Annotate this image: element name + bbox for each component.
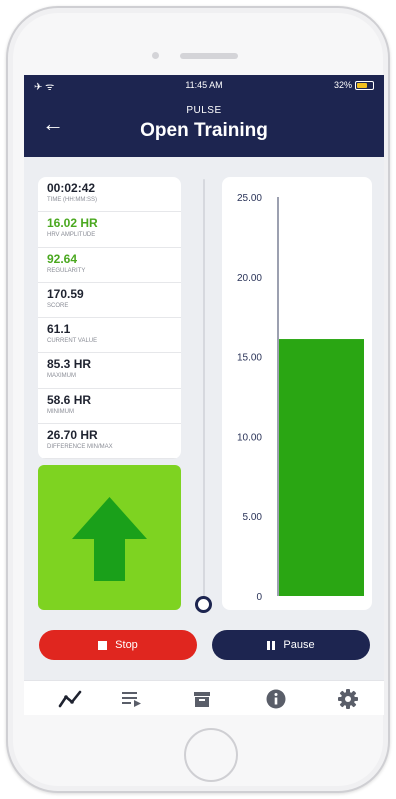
stat-label: HRV AMPLITUDE: [47, 232, 96, 239]
stop-icon: [98, 640, 108, 650]
y-tick-label: 15.00: [237, 353, 262, 364]
camera-dot: [152, 52, 159, 59]
stat-value: 61.1: [47, 322, 71, 336]
stat-label: REGULARITY: [47, 267, 86, 274]
chart-bar: [279, 339, 364, 596]
y-tick-label: 20.00: [237, 273, 262, 284]
stat-value: 16.02 HR: [47, 216, 98, 231]
stat-label: MINIMUM: [47, 408, 74, 415]
info-icon: [266, 689, 286, 709]
tab-playlist[interactable]: [120, 688, 144, 710]
archive-icon: [194, 692, 210, 707]
tab-settings[interactable]: [336, 688, 360, 710]
page-subtitle: PULSE: [186, 105, 222, 116]
bar-chart: 25.00 20.00 15.00 10.00 5.00 0: [222, 177, 372, 610]
stat-hrv-amplitude: 16.02 HR HRV AMPLITUDE: [38, 212, 181, 248]
stat-value: 58.6 HR: [47, 392, 92, 407]
pause-icon: [267, 640, 276, 650]
battery-icon: [355, 80, 374, 90]
y-tick-label: 25.00: [237, 193, 262, 204]
battery-percent: 32%: [333, 80, 352, 90]
gear-icon: [338, 689, 358, 709]
home-button[interactable]: [184, 728, 238, 782]
stat-label: SCORE: [47, 302, 69, 309]
status-bar: ✈ ᯤ 11:45 AM 32%: [24, 79, 384, 93]
stat-label: MAXIMUM: [47, 373, 76, 380]
stat-value: 92.64: [47, 251, 78, 266]
stop-button[interactable]: Stop: [39, 630, 197, 660]
playlist-icon: [122, 692, 141, 707]
stat-value: 26.70 HR: [47, 427, 98, 442]
slider-track[interactable]: [203, 179, 205, 599]
stat-time: 00:02:42 TIME (HH:MM:SS): [38, 177, 181, 213]
stat-label: TIME (HH:MM:SS): [47, 197, 97, 203]
stat-current-value: 61.1 CURRENT VALUE: [38, 318, 181, 354]
page-title: Open Training: [140, 120, 268, 141]
pause-button[interactable]: Pause: [212, 630, 370, 660]
stats-card: 00:02:42 TIME (HH:MM:SS) 16.02 HR HRV AM…: [38, 177, 181, 459]
stat-minimum: 58.6 HR MINIMUM: [38, 389, 181, 424]
battery-status: 32%: [334, 80, 374, 90]
stat-value: 85.3 HR: [47, 357, 92, 372]
tab-info[interactable]: [264, 688, 288, 710]
tab-archive[interactable]: [190, 688, 214, 710]
trend-indicator: [38, 465, 181, 610]
tab-chart[interactable]: [58, 688, 82, 710]
arrow-up-icon: [72, 497, 147, 581]
y-tick-label: 5.00: [243, 512, 263, 523]
stat-difference: 26.70 HR DIFFERENCE MIN/MAX: [38, 424, 181, 459]
stat-maximum: 85.3 HR MAXIMUM: [38, 353, 181, 389]
stat-score: 170.59 SCORE: [38, 283, 181, 318]
chart-canvas: 25.00 20.00 15.00 10.00 5.00 0: [237, 193, 364, 603]
stop-label: Stop: [115, 639, 138, 651]
status-time: 11:45 AM: [185, 80, 223, 90]
header: ✈ ᯤ 11:45 AM 32% ← PULSE Open Training: [24, 75, 384, 157]
stat-label: DIFFERENCE MIN/MAX: [47, 443, 113, 450]
slider-handle[interactable]: [195, 596, 212, 613]
y-tick-label: 10.00: [237, 432, 262, 443]
tab-bar: [24, 680, 384, 715]
pause-label: Pause: [283, 639, 315, 651]
y-tick-label: 0: [256, 592, 262, 603]
speaker-grille: [180, 53, 238, 59]
stat-label: CURRENT VALUE: [47, 338, 98, 344]
stat-regularity: 92.64 REGULARITY: [38, 248, 181, 283]
app-screen: ✈ ᯤ 11:45 AM 32% ← PULSE Open Training 0…: [24, 75, 384, 715]
chart-line-icon: [58, 690, 82, 708]
stat-value: 170.59: [47, 286, 84, 301]
stat-value: 00:02:42: [47, 181, 96, 195]
